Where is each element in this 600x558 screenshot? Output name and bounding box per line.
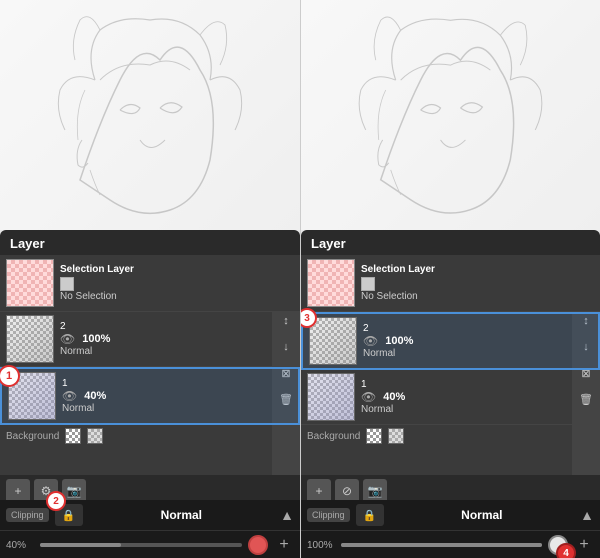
mode-label-left[interactable]: Normal (89, 508, 275, 522)
bg-row-right[interactable]: Background (301, 425, 600, 447)
selection-layer-row-right[interactable]: Selection Layer No Selection (301, 255, 600, 312)
layer-panel-left: Layer ⊞ ✦ ↕ ↓ ⊠ 🗑 Selection Layer (0, 230, 300, 500)
layer-1-opacity-right: 40% (383, 391, 405, 403)
layer-1-thumb-right (307, 373, 355, 421)
right-panel: Layer ⊞ ✦ ↕ ↓ ⊠ 🗑 Selection Layer (300, 0, 600, 558)
layer-1-info-left: 1 👁 40% Normal (62, 378, 266, 414)
layer-list-left: ⊞ ✦ ↕ ↓ ⊠ 🗑 Selection Layer No Selection (0, 255, 300, 475)
selection-layer-row-left[interactable]: Selection Layer No Selection (0, 255, 300, 312)
layer-1-number-right: 1 (361, 379, 568, 390)
bottom-bar-right: Clipping 🔒 Normal ▲ 100% 4 + (301, 500, 600, 558)
alpha-lock-right[interactable]: 🔒 (356, 504, 384, 526)
bg-swatch2-right (388, 428, 404, 444)
layer-title-left: Layer (0, 230, 300, 255)
layer-2-mode-left: Normal (60, 346, 268, 357)
selection-checkbox-left[interactable] (60, 277, 74, 291)
layer-1-eye-right[interactable]: 👁 (361, 390, 376, 404)
layer-2-opacity-right: 100% (385, 335, 413, 347)
selection-layer-label-right: Selection Layer (361, 264, 568, 275)
bottom-bar-bottom-right: 100% 4 + (301, 531, 600, 558)
layer-list-right: ⊞ ✦ ↕ ↓ ⊠ 🗑 Selection Layer No Selection (301, 255, 600, 475)
plus-btn-left[interactable]: + (274, 535, 294, 555)
layer-2-info-left: 2 👁 100% Normal (60, 321, 268, 357)
layer-title-right: Layer (301, 230, 600, 255)
layer-1-row-left[interactable]: 1 👁 40% Normal 1 (0, 367, 300, 425)
bottom-bar-top-right: Clipping 🔒 Normal ▲ (301, 500, 600, 531)
layer-2-opacity-left: 100% (82, 333, 110, 345)
bg-swatch-right (366, 428, 382, 444)
layer-2-mode-right: Normal (363, 348, 566, 359)
layer-2-number-left: 2 (60, 321, 268, 332)
bg-label-left: Background (6, 431, 59, 442)
opacity-slider-right[interactable] (341, 543, 542, 547)
selection-checkbox-right[interactable] (361, 277, 375, 291)
canvas-area-left (0, 0, 300, 230)
sketch-bg-left (0, 0, 300, 230)
opacity-circle-left[interactable] (248, 535, 268, 555)
badge-4: 4 (556, 543, 576, 558)
mode-label-right[interactable]: Normal (390, 508, 575, 522)
plus-btn-right[interactable]: + (574, 535, 594, 555)
selection-info-left: Selection Layer No Selection (60, 264, 268, 302)
bg-swatch2-left (87, 428, 103, 444)
chevron-left[interactable]: ▲ (280, 507, 294, 523)
selection-info-right: Selection Layer No Selection (361, 264, 568, 302)
clipping-btn-right[interactable]: Clipping (307, 508, 350, 522)
opacity-label-right: 100% (307, 540, 335, 551)
layer-2-eye-left[interactable]: 👁 (60, 332, 75, 346)
layer-1-opacity-left: 40% (84, 390, 106, 402)
opacity-label-left: 40% (6, 540, 34, 551)
bottom-bar-bottom-left: 40% + (0, 531, 300, 558)
layer-1-row-right[interactable]: 1 👁 40% Normal (301, 370, 600, 425)
selection-layer-label-left: Selection Layer (60, 264, 268, 275)
canvas-area-right (301, 0, 600, 230)
layer-2-number-right: 2 (363, 323, 566, 334)
no-selection-label-left: No Selection (60, 291, 268, 302)
bg-label-right: Background (307, 431, 360, 442)
layer-panel-right: Layer ⊞ ✦ ↕ ↓ ⊠ 🗑 Selection Layer (301, 230, 600, 500)
layer-1-number-left: 1 (62, 378, 266, 389)
selection-thumbnail-left (6, 259, 54, 307)
layer-2-thumb-right (309, 317, 357, 365)
bottom-bar-left: Clipping 🔒 Normal ▲ 40% + (0, 500, 300, 558)
left-panel: Layer ⊞ ✦ ↕ ↓ ⊠ 🗑 Selection Layer (0, 0, 300, 558)
selection-thumbnail-right (307, 259, 355, 307)
layer-1-mode-right: Normal (361, 404, 568, 415)
bottom-bar-top-left: Clipping 🔒 Normal ▲ (0, 500, 300, 531)
layer-1-eye-left[interactable]: 👁 (62, 389, 77, 403)
layer-2-row-right[interactable]: 3 2 👁 100% Normal (301, 312, 600, 370)
bg-row-left[interactable]: Background (0, 425, 300, 447)
layer-2-thumb-left (6, 315, 54, 363)
layer-1-info-right: 1 👁 40% Normal (361, 379, 568, 415)
bg-swatch-left (65, 428, 81, 444)
chevron-right[interactable]: ▲ (580, 507, 594, 523)
layer-2-info-right: 2 👁 100% Normal (363, 323, 566, 359)
layer-2-eye-right[interactable]: 👁 (363, 334, 378, 348)
no-selection-label-right: No Selection (361, 291, 568, 302)
layer-1-mode-left: Normal (62, 403, 266, 414)
clipping-btn-left[interactable]: Clipping (6, 508, 49, 522)
layer-2-row-left[interactable]: 2 👁 100% Normal (0, 312, 300, 367)
sketch-bg-right (301, 0, 600, 230)
badge-2: 2 (46, 491, 66, 511)
opacity-slider-left[interactable] (40, 543, 242, 547)
